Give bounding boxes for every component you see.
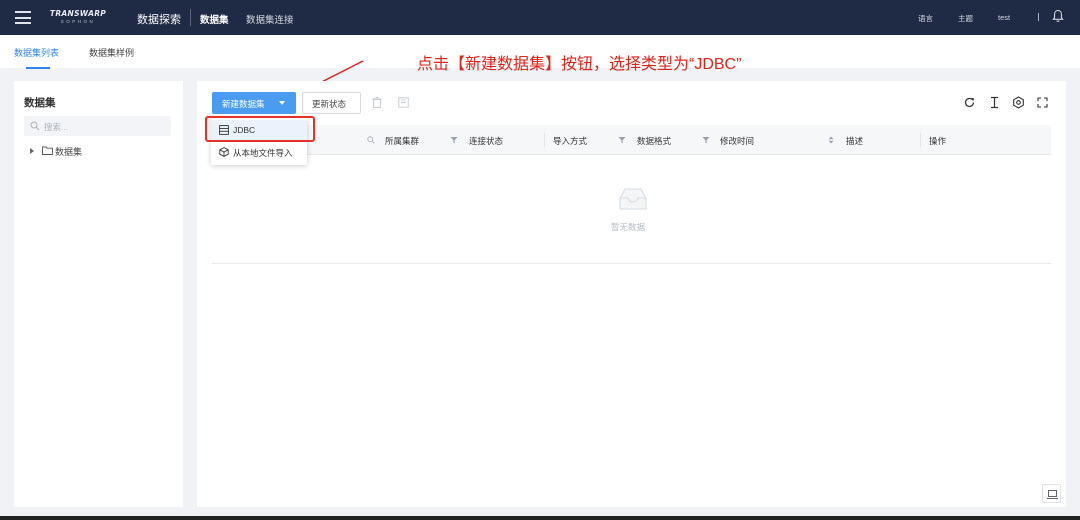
empty-state-text: 暂无数据 (611, 222, 646, 232)
column-search-icon[interactable] (367, 136, 375, 144)
tree-node-datasets[interactable]: 数据集 (30, 145, 150, 159)
delete-icon[interactable] (372, 97, 382, 108)
filter-icon[interactable] (450, 136, 458, 144)
filter-icon[interactable] (618, 136, 626, 144)
settings-icon[interactable] (1012, 96, 1025, 109)
app-title: 数据探索 (137, 14, 181, 26)
new-dataset-label: 新建数据集 (222, 99, 265, 109)
menu-icon[interactable] (15, 11, 31, 24)
header-divider (190, 9, 191, 26)
dropdown-item-local-file-import[interactable]: 从本地文件导入 (211, 142, 307, 162)
column-header-actions: 操作 (929, 136, 947, 146)
column-header-import-method: 导入方式 (553, 136, 588, 146)
theme-menu[interactable]: 主题 (958, 13, 973, 24)
corner-laptop-button[interactable] (1042, 484, 1061, 503)
move-icon[interactable] (398, 97, 409, 108)
nav-datasets[interactable]: 数据集 (200, 12, 229, 26)
new-dataset-button[interactable]: 新建数据集 (212, 92, 296, 114)
tab-dataset-samples[interactable]: 数据集样例 (89, 46, 134, 59)
user-menu[interactable]: test (998, 13, 1010, 22)
sort-icon[interactable] (827, 136, 835, 144)
search-placeholder: 搜索... (44, 122, 69, 132)
column-divider (544, 133, 545, 147)
table-bottom-border (212, 263, 1051, 264)
column-header-modified-time: 修改时间 (720, 136, 755, 146)
tree-node-label: 数据集 (55, 147, 83, 157)
dataset-list-panel: 新建数据集 更新状态 所属集群 连接状态 导入方式 数据格式 修改时间 描述 操… (197, 81, 1066, 507)
instruction-annotation: 点击【新建数据集】按钮，选择类型为“JDBC” (417, 56, 742, 73)
logo-line2: SOPHON (60, 19, 96, 24)
active-tab-indicator (26, 67, 50, 69)
header-separator (1038, 13, 1039, 21)
filter-icon[interactable] (702, 136, 710, 144)
panel-title: 数据集 (24, 97, 56, 109)
brand-logo[interactable]: TRANSWARP SOPHON (47, 9, 109, 24)
refresh-status-button[interactable]: 更新状态 (302, 92, 361, 114)
dropdown-arrow-icon (279, 101, 285, 105)
column-header-cluster: 所属集群 (385, 136, 420, 146)
table-header: 所属集群 连接状态 导入方式 数据格式 修改时间 描述 操作 (212, 125, 1051, 155)
column-header-connection-status: 连接状态 (469, 136, 504, 146)
logo-line1: TRANSWARP (49, 9, 107, 18)
bottom-strip (0, 516, 1080, 520)
refresh-icon[interactable] (963, 96, 976, 109)
search-input[interactable]: 搜索... (24, 116, 171, 136)
column-divider (920, 133, 921, 147)
column-header-description: 描述 (846, 136, 864, 146)
text-cursor-icon[interactable] (988, 96, 1001, 109)
refresh-status-label: 更新状态 (312, 99, 347, 109)
cube-icon (219, 147, 229, 157)
empty-inbox-icon (619, 188, 647, 210)
dataset-tree-panel: 数据集 搜索... 数据集 (14, 81, 183, 507)
jdbc-highlight-box (205, 116, 315, 142)
bell-icon[interactable] (1052, 9, 1064, 23)
top-bar: TRANSWARP SOPHON 数据探索 数据集 数据集连接 语言 主题 te… (0, 0, 1080, 35)
search-icon (30, 121, 40, 131)
fullscreen-icon[interactable] (1036, 96, 1049, 109)
column-header-data-format: 数据格式 (637, 136, 672, 146)
tab-dataset-list[interactable]: 数据集列表 (14, 46, 59, 59)
laptop-icon (1047, 490, 1058, 499)
folder-icon (42, 146, 53, 155)
language-menu[interactable]: 语言 (918, 13, 933, 24)
expand-caret-icon[interactable] (30, 148, 34, 154)
nav-dataset-connections[interactable]: 数据集连接 (246, 12, 294, 26)
dropdown-item-label: 从本地文件导入 (233, 148, 293, 158)
